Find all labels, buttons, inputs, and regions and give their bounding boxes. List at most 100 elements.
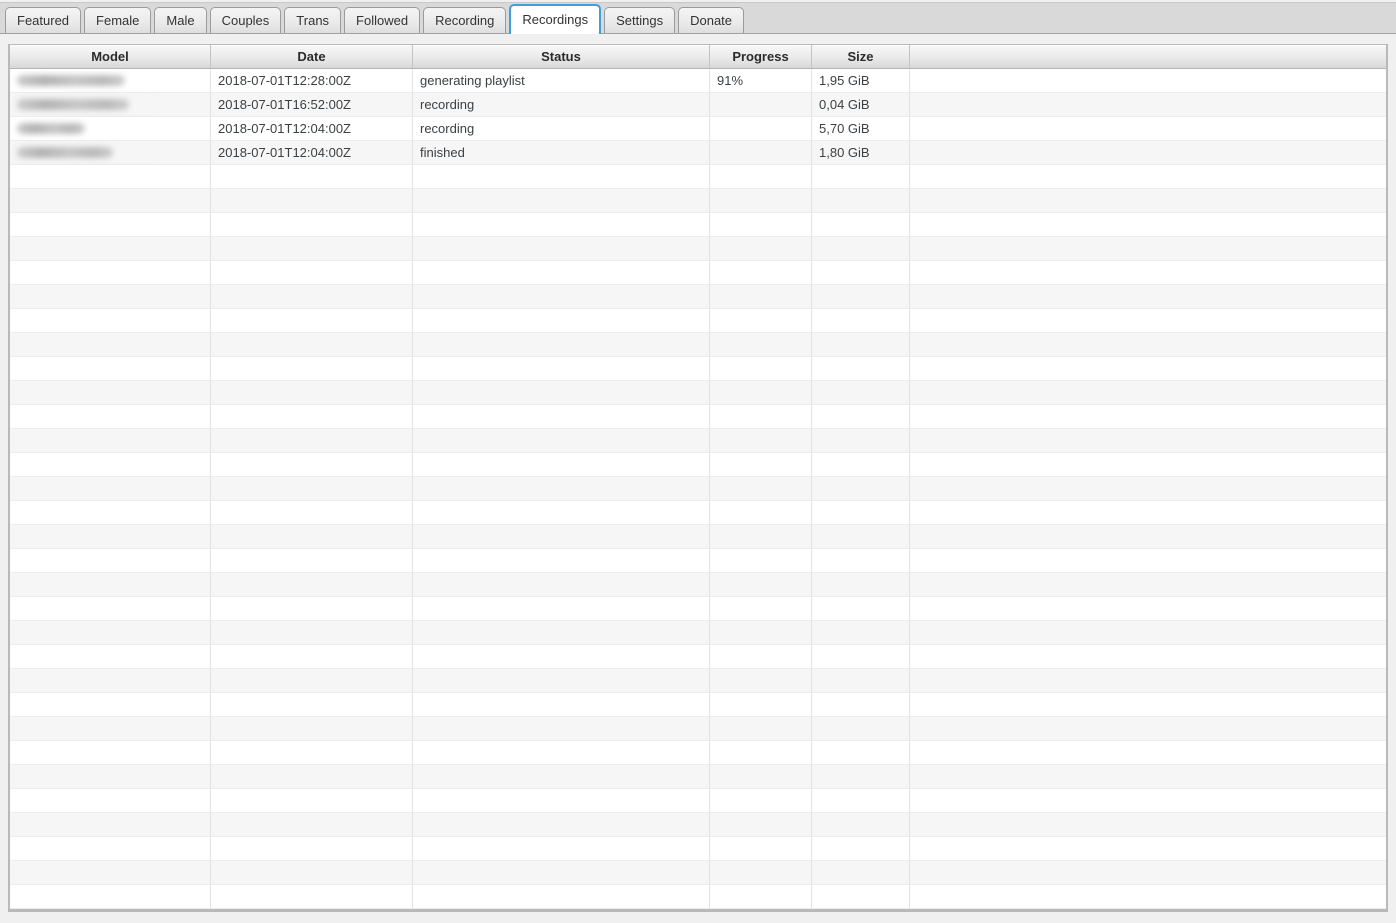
table-row-empty[interactable] <box>10 861 1386 885</box>
cell-size <box>812 309 910 333</box>
cell-progress <box>710 621 812 645</box>
table-row-empty[interactable] <box>10 813 1386 837</box>
table-row-empty[interactable] <box>10 477 1386 501</box>
table-row-empty[interactable] <box>10 285 1386 309</box>
table-row-empty[interactable] <box>10 213 1386 237</box>
table-row-empty[interactable] <box>10 165 1386 189</box>
table-row-empty[interactable] <box>10 885 1386 909</box>
cell-date <box>211 261 413 285</box>
cell-progress <box>710 429 812 453</box>
cell-model <box>10 117 211 141</box>
tab-featured[interactable]: Featured <box>5 7 81 33</box>
tab-female[interactable]: Female <box>84 7 151 33</box>
column-header-label: Status <box>541 49 581 64</box>
table-row-empty[interactable] <box>10 381 1386 405</box>
tab-recordings[interactable]: Recordings <box>509 4 601 34</box>
cell-status: generating playlist <box>413 69 710 93</box>
cell-size <box>812 765 910 789</box>
tab-donate[interactable]: Donate <box>678 7 744 33</box>
cell-date: 2018-07-01T12:04:00Z <box>211 117 413 141</box>
cell-model <box>10 693 211 717</box>
tab-label: Settings <box>616 13 663 28</box>
table-row-empty[interactable] <box>10 693 1386 717</box>
tab-trans[interactable]: Trans <box>284 7 341 33</box>
cell-progress <box>710 309 812 333</box>
table-row[interactable]: 2018-07-01T12:28:00Z generating playlist… <box>10 69 1386 93</box>
tab-recording[interactable]: Recording <box>423 7 506 33</box>
table-row-empty[interactable] <box>10 837 1386 861</box>
table-row-empty[interactable] <box>10 261 1386 285</box>
table-row-empty[interactable] <box>10 525 1386 549</box>
table-row-empty[interactable] <box>10 741 1386 765</box>
tab-followed[interactable]: Followed <box>344 7 420 33</box>
cell-model <box>10 861 211 885</box>
cell-model <box>10 357 211 381</box>
table-row-empty[interactable] <box>10 573 1386 597</box>
column-header-extra[interactable] <box>910 45 1386 69</box>
tab-couples[interactable]: Couples <box>210 7 282 33</box>
cell-model <box>10 141 211 165</box>
column-header-label: Size <box>847 49 873 64</box>
redacted-model-name <box>17 147 113 158</box>
table-row-empty[interactable] <box>10 597 1386 621</box>
table-row-empty[interactable] <box>10 189 1386 213</box>
table-row-empty[interactable] <box>10 405 1386 429</box>
cell-date <box>211 501 413 525</box>
cell-size <box>812 261 910 285</box>
cell-status <box>413 741 710 765</box>
column-header-progress[interactable]: Progress <box>710 45 812 69</box>
cell-size <box>812 645 910 669</box>
cell-progress <box>710 573 812 597</box>
table-row-empty[interactable] <box>10 549 1386 573</box>
table-row-empty[interactable] <box>10 333 1386 357</box>
table-row-empty[interactable] <box>10 453 1386 477</box>
tab-label: Couples <box>222 13 270 28</box>
cell-model <box>10 669 211 693</box>
cell-extra <box>910 309 1386 333</box>
cell-status <box>413 453 710 477</box>
cell-size <box>812 237 910 261</box>
cell-size <box>812 573 910 597</box>
column-header-status[interactable]: Status <box>413 45 710 69</box>
column-header-date[interactable]: Date <box>211 45 413 69</box>
cell-status <box>413 837 710 861</box>
tab-settings[interactable]: Settings <box>604 7 675 33</box>
tab-male[interactable]: Male <box>154 7 206 33</box>
cell-status <box>413 285 710 309</box>
cell-date <box>211 285 413 309</box>
table-row-empty[interactable] <box>10 309 1386 333</box>
cell-size <box>812 789 910 813</box>
table-row-empty[interactable] <box>10 789 1386 813</box>
cell-extra <box>910 861 1386 885</box>
column-header-model[interactable]: Model <box>10 45 211 69</box>
cell-extra <box>910 645 1386 669</box>
cell-date <box>211 765 413 789</box>
table-row[interactable]: 2018-07-01T12:04:00Z finished 1,80 GiB <box>10 141 1386 165</box>
table-row[interactable]: 2018-07-01T12:04:00Z recording 5,70 GiB <box>10 117 1386 141</box>
cell-extra <box>910 213 1386 237</box>
table-row-empty[interactable] <box>10 765 1386 789</box>
cell-status <box>413 621 710 645</box>
cell-progress <box>710 93 812 117</box>
cell-size <box>812 861 910 885</box>
cell-extra <box>910 597 1386 621</box>
cell-date: 2018-07-01T12:04:00Z <box>211 141 413 165</box>
cell-date <box>211 189 413 213</box>
table-row-empty[interactable] <box>10 429 1386 453</box>
cell-model <box>10 237 211 261</box>
cell-extra <box>910 381 1386 405</box>
table-row-empty[interactable] <box>10 717 1386 741</box>
cell-size <box>812 429 910 453</box>
table-row[interactable]: 2018-07-01T16:52:00Z recording 0,04 GiB <box>10 93 1386 117</box>
tab-label: Donate <box>690 13 732 28</box>
cell-extra <box>910 189 1386 213</box>
table-row-empty[interactable] <box>10 669 1386 693</box>
table-row-empty[interactable] <box>10 621 1386 645</box>
cell-model <box>10 885 211 909</box>
table-row-empty[interactable] <box>10 357 1386 381</box>
table-row-empty[interactable] <box>10 501 1386 525</box>
cell-size <box>812 477 910 501</box>
column-header-size[interactable]: Size <box>812 45 910 69</box>
table-row-empty[interactable] <box>10 645 1386 669</box>
table-row-empty[interactable] <box>10 237 1386 261</box>
